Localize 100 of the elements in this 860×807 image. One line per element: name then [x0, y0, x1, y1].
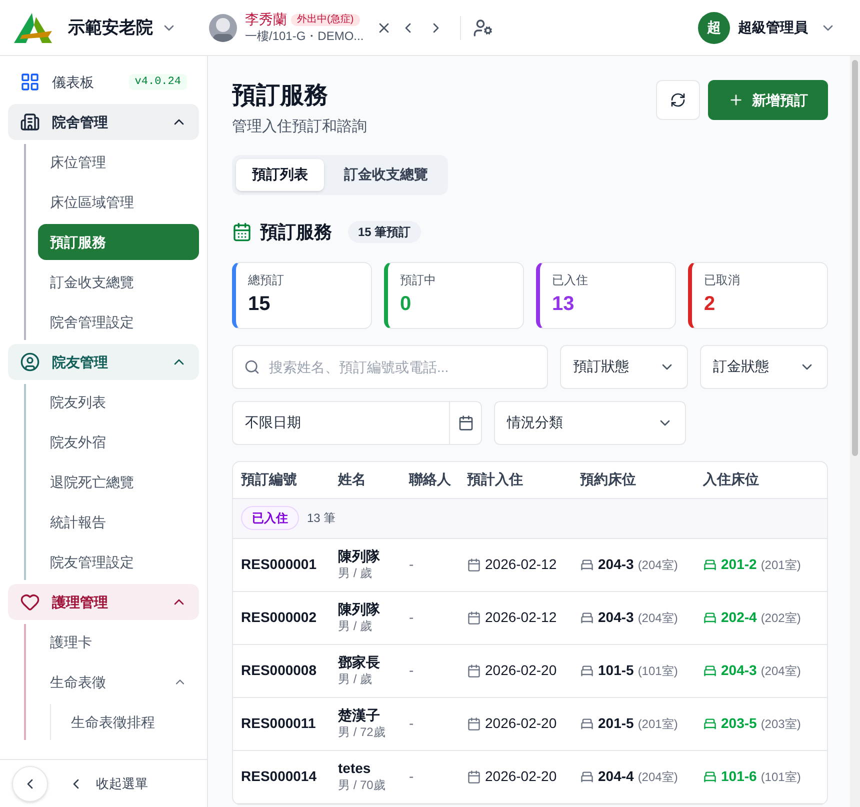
stat-value: 15	[248, 292, 272, 316]
sidebar-group[interactable]: 院舍管理	[8, 104, 199, 140]
sidebar-item[interactable]: 訂金收支總覽	[38, 264, 199, 300]
count-badge: 15 筆預訂	[348, 221, 421, 243]
calendar-icon[interactable]	[458, 414, 474, 430]
calendar-icon	[467, 610, 481, 624]
user-icon	[20, 352, 40, 372]
bed-icon	[580, 558, 594, 572]
search-icon	[244, 358, 260, 374]
search-field[interactable]: 搜索姓名、預訂編號或電話...	[232, 344, 548, 388]
room-number: (204室)	[638, 610, 678, 626]
stat-value: 13	[552, 292, 576, 316]
bed-icon	[580, 664, 594, 678]
sidebar-item[interactable]: 生命表徵	[38, 664, 199, 700]
resident-name: 陳列隊	[338, 601, 381, 619]
user-name[interactable]: 超級管理員	[738, 17, 808, 38]
page-subtitle: 管理入住預訂和諮詢	[232, 117, 368, 137]
org-name: 示範安老院	[68, 16, 153, 39]
calendar-icon	[467, 664, 481, 678]
bed-number: 204-3	[721, 661, 757, 680]
bed-number: 202-4	[721, 608, 757, 627]
column-header: 預約床位	[580, 470, 637, 489]
stat-label: 已取消	[704, 272, 741, 288]
group-count: 13 筆	[307, 510, 336, 527]
category-select[interactable]: 情況分類	[494, 400, 686, 444]
resident-info: 男 / 歲	[338, 618, 374, 634]
resident-name: 陳列隊	[338, 548, 381, 566]
bed-icon	[580, 770, 594, 784]
table-cell-text: -	[409, 608, 415, 627]
room-number: (204室)	[638, 768, 678, 786]
date-field[interactable]: 不限日期	[232, 400, 482, 444]
table-cell-text: -	[409, 555, 415, 574]
table-cell-text: -	[409, 714, 415, 733]
sidebar-item[interactable]: 院友列表	[38, 384, 199, 420]
sidebar-item[interactable]: 院舍管理設定	[38, 304, 199, 340]
sidebar-item[interactable]: 生命表徵排程	[59, 704, 199, 740]
table-cell-text: -	[409, 767, 415, 786]
sidebar-item[interactable]: 退院死亡總覽	[38, 464, 199, 500]
table-cell-text: RES000014	[241, 767, 318, 786]
table-cell-text: -	[409, 661, 415, 680]
dashboard-icon	[20, 72, 40, 92]
column-header: 姓名	[338, 470, 367, 489]
deposit-status-select[interactable]: 訂金狀態	[700, 344, 828, 388]
sidebar-group[interactable]: 護理管理	[8, 584, 199, 620]
bed-icon	[703, 558, 717, 572]
bed-number: 203-5	[721, 714, 757, 733]
sidebar-item[interactable]: 預訂服務	[38, 224, 199, 260]
section-title: 預訂服務	[260, 220, 332, 244]
resident-info: 男 / 歲	[338, 566, 374, 581]
table-cell-text: 2026-02-20	[485, 661, 557, 680]
bed-number: 204-3	[598, 608, 634, 627]
scrollbar[interactable]	[850, 56, 860, 807]
bed-icon	[703, 610, 717, 624]
tab[interactable]: 訂金收支總覽	[328, 158, 444, 190]
bed-number: 201-5	[598, 714, 634, 733]
room-number: (101室)	[760, 768, 801, 786]
table-cell-text: RES000008	[241, 661, 318, 680]
sidebar-item[interactable]: 院友管理設定	[38, 544, 199, 580]
sidebar-item[interactable]: 院友外宿	[38, 424, 199, 460]
new-booking-button[interactable]: 新增預訂	[708, 80, 828, 120]
table-cell-text: 2026-02-12	[485, 608, 557, 627]
column-header: 聯絡人	[409, 470, 452, 489]
resident-name: 鄧家長	[338, 654, 381, 672]
resident-name: 楚漢子	[338, 707, 381, 725]
column-header: 預計入住	[467, 470, 524, 489]
sidebar-item[interactable]: 床位區域管理	[38, 184, 199, 220]
user-settings-icon[interactable]	[472, 18, 493, 38]
resident-name: 李秀蘭	[245, 11, 287, 29]
calendar-icon	[467, 770, 481, 784]
bed-icon	[703, 664, 717, 678]
resident-location: 一樓/101-G・DEMO...	[245, 28, 364, 44]
resident-name: tetes	[338, 760, 372, 778]
sidebar-item[interactable]: 統計報告	[38, 504, 199, 540]
bed-icon	[703, 716, 717, 730]
resident-info: 男 / 72歲	[338, 724, 386, 740]
sidebar-item[interactable]: 儀表板 v4.0.24	[8, 64, 199, 100]
sidebar-item[interactable]: 護理卡	[38, 624, 199, 660]
booking-status-select[interactable]: 預訂狀態	[560, 344, 688, 388]
refresh-button[interactable]	[656, 80, 700, 120]
stat-value: 2	[704, 292, 716, 316]
calendar-icon	[232, 222, 252, 242]
bed-number: 201-2	[721, 555, 757, 574]
resident-info: 男 / 70歲	[338, 778, 386, 793]
version-badge: v4.0.24	[128, 74, 187, 90]
table-cell-text: RES000011	[241, 714, 317, 733]
collapse-menu-button[interactable]: 收起選單	[68, 774, 148, 794]
stat-label: 總預訂	[248, 272, 285, 288]
tab[interactable]: 預訂列表	[236, 158, 324, 190]
calendar-icon	[467, 558, 481, 572]
table-cell-text: RES000001	[241, 555, 318, 574]
resident-info: 男 / 歲	[338, 672, 374, 687]
user-avatar[interactable]: 超	[698, 12, 730, 44]
sidebar-item[interactable]: 床位管理	[38, 144, 199, 180]
page-title: 預訂服務	[232, 81, 329, 111]
building-icon	[20, 112, 40, 132]
sidebar-group[interactable]: 院友管理	[8, 344, 199, 380]
room-number: (204室)	[638, 556, 678, 574]
table-cell-text: RES000002	[241, 608, 318, 627]
bed-number: 101-5	[598, 661, 634, 680]
room-number: (202室)	[760, 610, 801, 626]
